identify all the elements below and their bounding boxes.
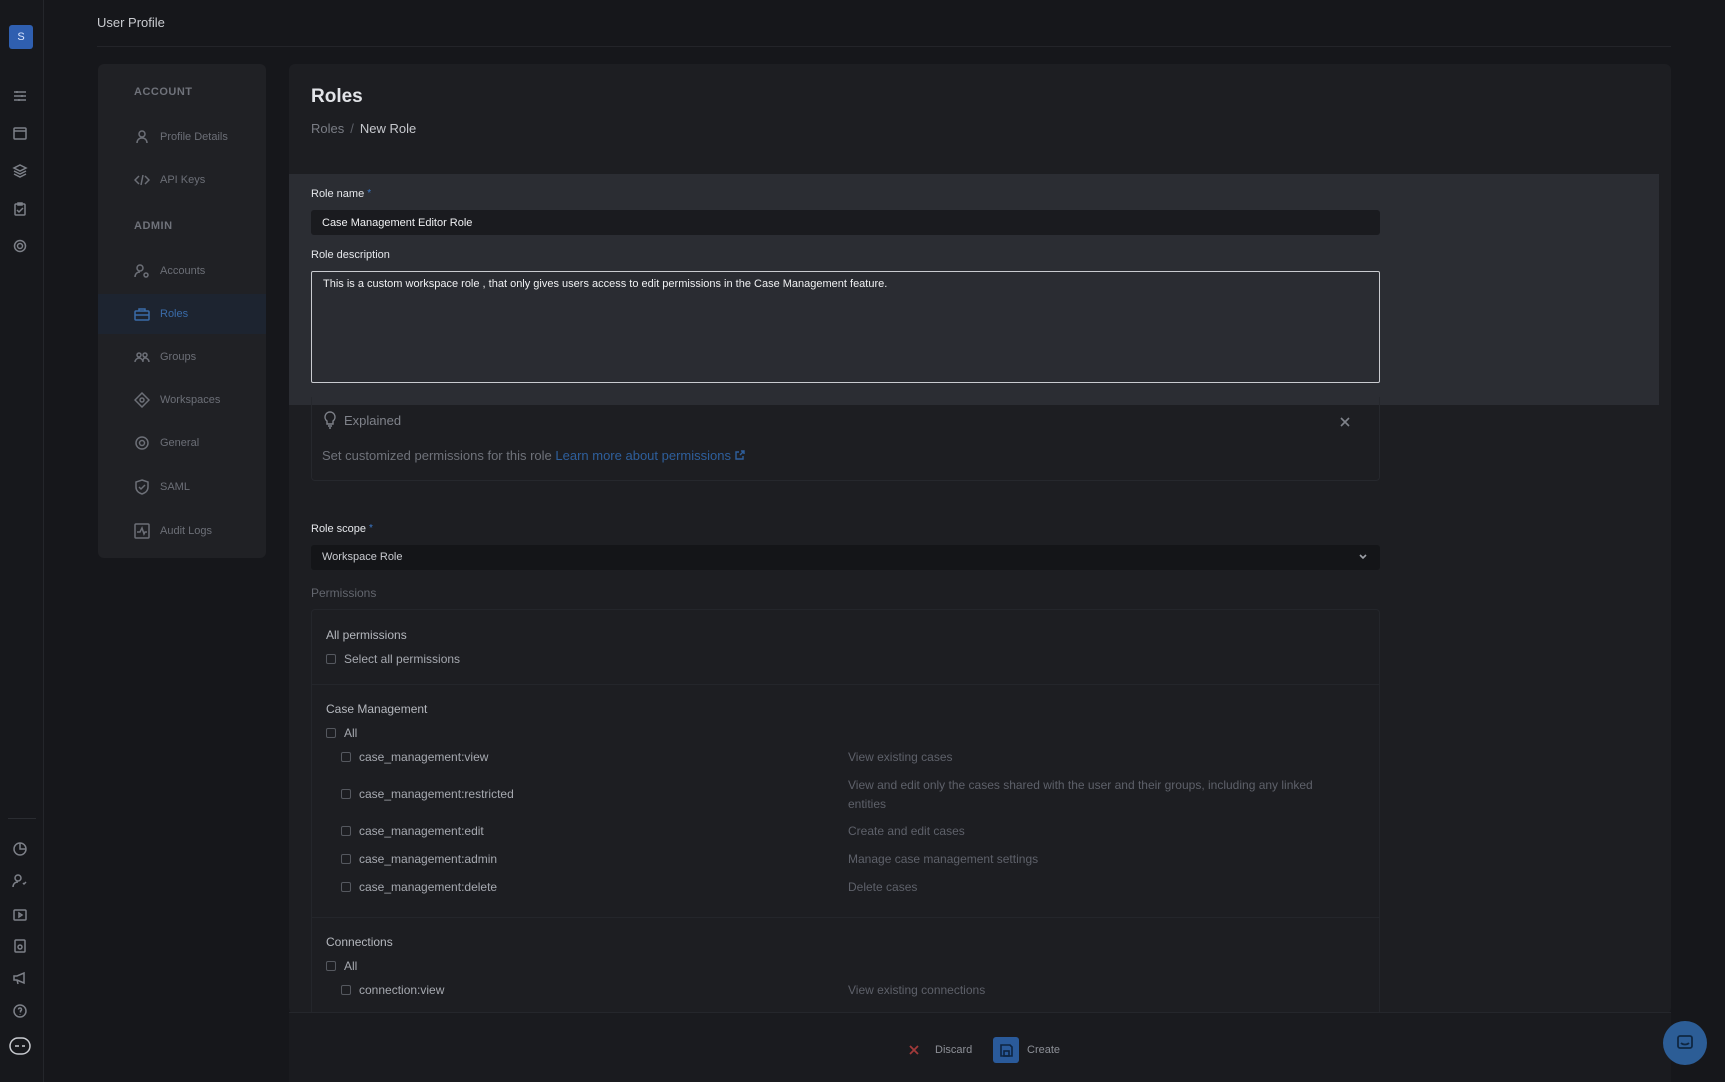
form-action-bar: Discard Create	[289, 1012, 1671, 1082]
sidenav-item-label: Profile Details	[160, 131, 228, 143]
role-name-input[interactable]: Case Management Editor Role	[311, 210, 1380, 235]
header-divider	[97, 46, 1671, 47]
sidenav-item-audit-logs[interactable]: Audit Logs	[98, 511, 266, 551]
settings-icon[interactable]	[12, 238, 28, 254]
sidenav-item-accounts[interactable]: Accounts	[98, 251, 266, 291]
database-icon[interactable]	[12, 938, 28, 954]
sidenav-item-roles[interactable]: Roles	[98, 294, 266, 334]
permissions-box: All permissions Select all permissions C…	[311, 609, 1380, 1014]
explained-callout: Explained Set customized permissions for…	[311, 397, 1380, 481]
sidenav-item-label: API Keys	[160, 174, 206, 186]
calendar-icon[interactable]	[12, 125, 28, 141]
sidenav-item-label: Audit Logs	[160, 525, 212, 537]
perm-desc: Delete cases	[848, 880, 918, 894]
case-management-all-checkbox[interactable]: All	[326, 726, 357, 740]
dashboard-icon[interactable]	[12, 88, 28, 104]
sidenav-item-label: Workspaces	[160, 394, 221, 406]
pie-chart-icon[interactable]	[12, 841, 28, 857]
perm-checkbox-case-admin[interactable]: case_management:admin	[341, 852, 497, 866]
learn-more-link[interactable]: Learn more about permissions	[555, 448, 731, 463]
create-button[interactable]: Create	[993, 1037, 1060, 1063]
sidenav-item-label: General	[160, 437, 200, 449]
megaphone-icon[interactable]	[12, 970, 28, 986]
sidenav-item-profile-details[interactable]: Profile Details	[98, 117, 266, 157]
breadcrumb-roles[interactable]: Roles	[311, 121, 344, 136]
perm-desc: Manage case management settings	[848, 852, 1039, 866]
code-icon	[133, 172, 151, 188]
all-permissions-title: All permissions	[326, 628, 407, 642]
activity-icon	[134, 523, 150, 539]
perm-checkbox-case-delete[interactable]: case_management:delete	[341, 880, 497, 894]
breadcrumb-current: New Role	[359, 121, 417, 136]
explained-header: Explained	[322, 411, 401, 429]
role-description-textarea[interactable]: This is a custom workspace role , that o…	[311, 271, 1380, 383]
sidenav-item-label: SAML	[160, 481, 190, 493]
users-cog-icon	[134, 263, 150, 279]
group-icon	[134, 349, 150, 365]
role-scope-label: Role scope *	[311, 523, 373, 535]
explained-body: Set customized permissions for this role…	[322, 448, 745, 463]
layers-icon[interactable]	[12, 163, 28, 179]
sidenav-item-api-keys[interactable]: API Keys	[98, 160, 266, 200]
lightbulb-icon	[324, 411, 336, 429]
sidenav-item-label: Groups	[160, 351, 197, 363]
chat-bot-icon[interactable]	[9, 1036, 31, 1056]
permissions-heading: Permissions	[311, 586, 377, 600]
role-scope-select[interactable]: Workspace Role	[311, 545, 1380, 570]
perm-desc: View and edit only the cases shared with…	[848, 778, 1313, 811]
close-icon[interactable]	[1339, 415, 1351, 427]
perm-checkbox-case-restricted[interactable]: case_management:restricted	[341, 787, 514, 801]
section-admin: ADMIN	[134, 220, 173, 232]
clipboard-icon[interactable]	[12, 201, 28, 217]
sidenav-item-general[interactable]: General	[98, 423, 266, 463]
app-rail: S	[0, 0, 44, 1082]
select-all-permissions-checkbox[interactable]: Select all permissions	[326, 652, 460, 666]
settings-sidenav: ACCOUNT Profile Details API Keys ADMIN A…	[98, 64, 266, 558]
settings-icon	[134, 435, 150, 451]
role-description-label: Role description	[311, 249, 390, 261]
connections-all-checkbox[interactable]: All	[326, 959, 357, 973]
perm-checkbox-case-view[interactable]: case_management:view	[341, 750, 488, 764]
briefcase-icon	[134, 306, 150, 322]
user-settings-icon[interactable]	[12, 873, 28, 889]
perm-checkbox-case-edit[interactable]: case_management:edit	[341, 824, 484, 838]
save-icon	[993, 1037, 1019, 1063]
sidenav-item-workspaces[interactable]: Workspaces	[98, 380, 266, 420]
breadcrumb: Roles / New Role	[311, 121, 417, 136]
discard-button[interactable]: Discard	[901, 1037, 972, 1063]
close-icon	[901, 1037, 927, 1063]
workspace-avatar[interactable]: S	[9, 25, 33, 49]
help-icon[interactable]	[12, 1003, 28, 1019]
connections-title: Connections	[326, 935, 393, 949]
shield-icon	[134, 479, 150, 495]
chat-support-button[interactable]	[1663, 1021, 1707, 1065]
page-title: Roles	[311, 86, 363, 107]
user-icon	[134, 129, 150, 145]
perm-desc: View existing cases	[848, 750, 953, 764]
sidenav-item-saml[interactable]: SAML	[98, 467, 266, 507]
external-link-icon	[735, 448, 745, 460]
explained-title: Explained	[344, 412, 402, 428]
perm-desc: View existing connections	[848, 983, 986, 997]
media-icon[interactable]	[12, 906, 28, 922]
workspace-icon	[133, 391, 151, 409]
chevron-down-icon	[1358, 552, 1368, 562]
chat-icon	[1677, 1035, 1693, 1049]
case-management-title: Case Management	[326, 702, 428, 716]
page-header-title: User Profile	[97, 15, 165, 30]
perm-checkbox-connection-view[interactable]: connection:view	[341, 983, 444, 997]
sidenav-item-groups[interactable]: Groups	[98, 337, 266, 377]
role-name-label: Role name *	[311, 188, 372, 200]
section-account: ACCOUNT	[134, 86, 193, 98]
sidenav-item-label: Roles	[160, 308, 189, 320]
perm-desc: Create and edit cases	[848, 824, 965, 838]
sidenav-item-label: Accounts	[160, 265, 206, 277]
roles-panel: Roles Roles / New Role Role name * Case Man…	[289, 64, 1671, 1014]
